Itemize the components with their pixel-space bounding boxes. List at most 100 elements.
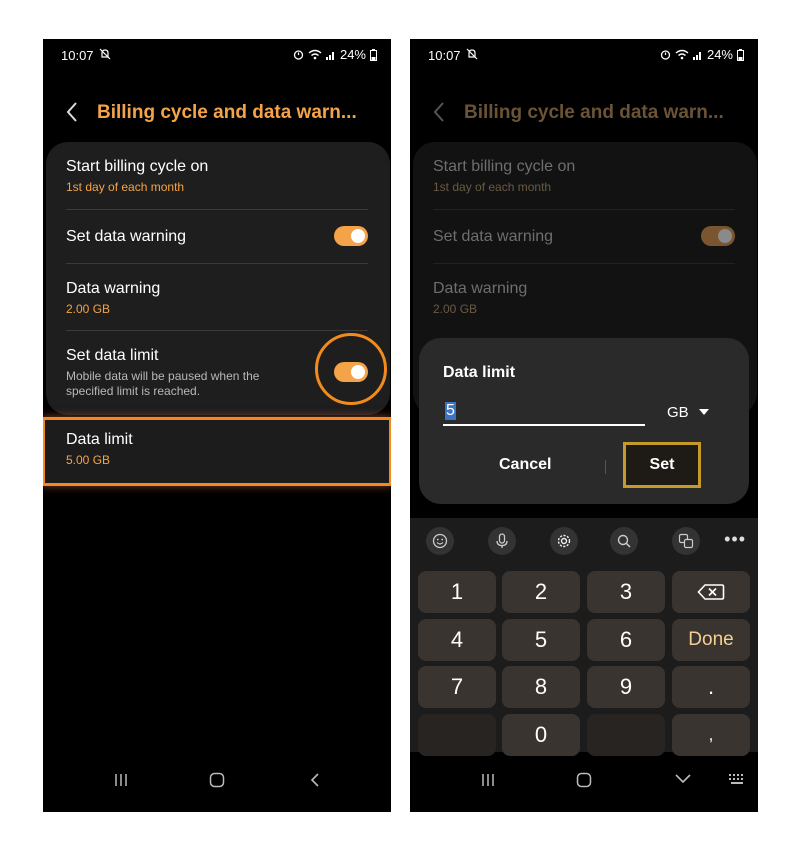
set-button[interactable]: Set: [623, 442, 701, 488]
status-time: 10:07: [428, 48, 461, 63]
key-0[interactable]: 0: [502, 714, 580, 756]
back-nav-icon[interactable]: [309, 772, 321, 788]
set-data-limit-row[interactable]: Set data limit Mobile data will be pause…: [66, 347, 300, 399]
recents-icon[interactable]: [480, 772, 496, 788]
mute-icon: [466, 48, 478, 60]
divider: [66, 263, 368, 264]
key-9[interactable]: 9: [587, 666, 665, 708]
nav-bar: [410, 752, 758, 812]
billing-cycle-value: 1st day of each month: [433, 180, 552, 194]
wifi-icon: [675, 49, 689, 60]
key-period[interactable]: .: [672, 666, 750, 708]
divider: [66, 330, 368, 331]
set-data-limit-label: Set data limit: [66, 347, 159, 364]
keyboard-toolbar: •••: [410, 518, 758, 564]
billing-cycle-row: Start billing cycle on 1st day of each m…: [433, 158, 737, 194]
key-2[interactable]: 2: [502, 571, 580, 613]
emoji-button[interactable]: [426, 527, 454, 555]
data-warning-row: Data warning 2.00 GB: [433, 280, 737, 316]
billing-cycle-title: Start billing cycle on: [433, 158, 576, 175]
done-key[interactable]: Done: [672, 619, 750, 661]
translate-icon: [678, 533, 694, 549]
app-header: Billing cycle and data warn...: [410, 95, 758, 131]
battery-icon: [370, 48, 377, 61]
data-limit-input[interactable]: 5: [443, 396, 645, 426]
key-1[interactable]: 1: [418, 571, 496, 613]
status-time: 10:07: [61, 48, 94, 63]
status-bar: 10:07 24%: [410, 39, 758, 71]
search-icon: [617, 534, 631, 548]
data-warning-toggle: [701, 226, 735, 246]
app-header: Billing cycle and data warn...: [43, 95, 391, 131]
key-5[interactable]: 5: [502, 619, 580, 661]
key-3[interactable]: 3: [587, 571, 665, 613]
page-title: Billing cycle and data warn...: [464, 102, 724, 123]
data-limit-dialog: Data limit 5 GB Cancel Set: [419, 338, 749, 504]
data-warning-toggle[interactable]: [334, 226, 368, 246]
translate-button[interactable]: [672, 527, 700, 555]
wifi-icon: [308, 49, 322, 60]
set-data-limit-desc: Mobile data will be paused when the spec…: [66, 369, 260, 398]
status-bar: 10:07 24%: [43, 39, 391, 71]
home-icon[interactable]: [576, 772, 592, 788]
key-6[interactable]: 6: [587, 619, 665, 661]
key-7[interactable]: 7: [418, 666, 496, 708]
battery-percent: 24%: [339, 47, 366, 62]
more-options-icon[interactable]: •••: [724, 529, 746, 550]
recents-icon[interactable]: [113, 772, 129, 788]
keyboard-settings-button[interactable]: [550, 527, 578, 555]
button-separator: [605, 460, 606, 474]
status-icons: 24%: [293, 47, 377, 62]
settings-screen: 10:07 24% Billing cycle and data warn...…: [43, 39, 391, 812]
keyboard-icon[interactable]: [728, 772, 746, 786]
gear-icon: [557, 534, 571, 548]
dialog-title: Data limit: [443, 364, 516, 381]
nav-bar: [43, 752, 391, 812]
numeric-keypad: 1 2 3 4 5 6 Done 7 8 9 . 0 ,: [410, 564, 758, 756]
unit-dropdown[interactable]: GB: [667, 404, 709, 421]
toggle-knob: [351, 229, 365, 243]
microphone-icon: [496, 533, 508, 548]
key-8[interactable]: 8: [502, 666, 580, 708]
backspace-key[interactable]: [672, 571, 750, 613]
dialog-buttons: Cancel Set: [419, 442, 749, 488]
data-limit-highlight: [43, 417, 391, 486]
search-button[interactable]: [610, 527, 638, 555]
data-warning-title: Data warning: [66, 280, 161, 297]
signal-icon: [325, 52, 334, 60]
divider: [433, 263, 735, 264]
divider: [66, 209, 368, 210]
key-4[interactable]: 4: [418, 619, 496, 661]
divider: [433, 209, 735, 210]
billing-cycle-value: 1st day of each month: [66, 180, 185, 194]
set-data-warning-row[interactable]: Set data warning: [66, 228, 370, 246]
battery-icon: [737, 48, 744, 61]
unit-value: GB: [667, 404, 689, 421]
dropdown-arrow-icon: [698, 409, 709, 415]
status-icons: 24%: [660, 47, 744, 62]
mute-icon: [99, 48, 111, 60]
key-blank: [587, 714, 665, 756]
toggle-knob: [718, 229, 732, 243]
set-data-warning-row: Set data warning: [433, 228, 737, 246]
billing-cycle-row[interactable]: Start billing cycle on 1st day of each m…: [66, 158, 370, 194]
data-limit-input-value: 5: [445, 402, 456, 420]
data-warning-row[interactable]: Data warning 2.00 GB: [66, 280, 370, 316]
data-limit-dialog-screen: 10:07 24% Billing cycle and data warn...…: [410, 39, 758, 812]
backspace-icon: [697, 584, 725, 600]
alarm-icon: [660, 50, 671, 60]
cancel-button[interactable]: Cancel: [499, 456, 551, 474]
chevron-down-icon[interactable]: [674, 772, 692, 784]
key-comma[interactable]: ,: [672, 714, 750, 756]
data-warning-value: 2.00 GB: [433, 302, 478, 316]
home-icon[interactable]: [209, 772, 225, 788]
voice-input-button[interactable]: [488, 527, 516, 555]
set-data-warning-label: Set data warning: [433, 228, 554, 245]
key-blank: [418, 714, 496, 756]
emoji-icon: [432, 533, 448, 549]
back-arrow-icon[interactable]: [65, 101, 79, 123]
data-warning-value: 2.00 GB: [66, 302, 111, 316]
toggle-highlight-circle: [315, 333, 387, 405]
data-warning-title: Data warning: [433, 280, 528, 297]
back-arrow-icon: [433, 102, 444, 122]
